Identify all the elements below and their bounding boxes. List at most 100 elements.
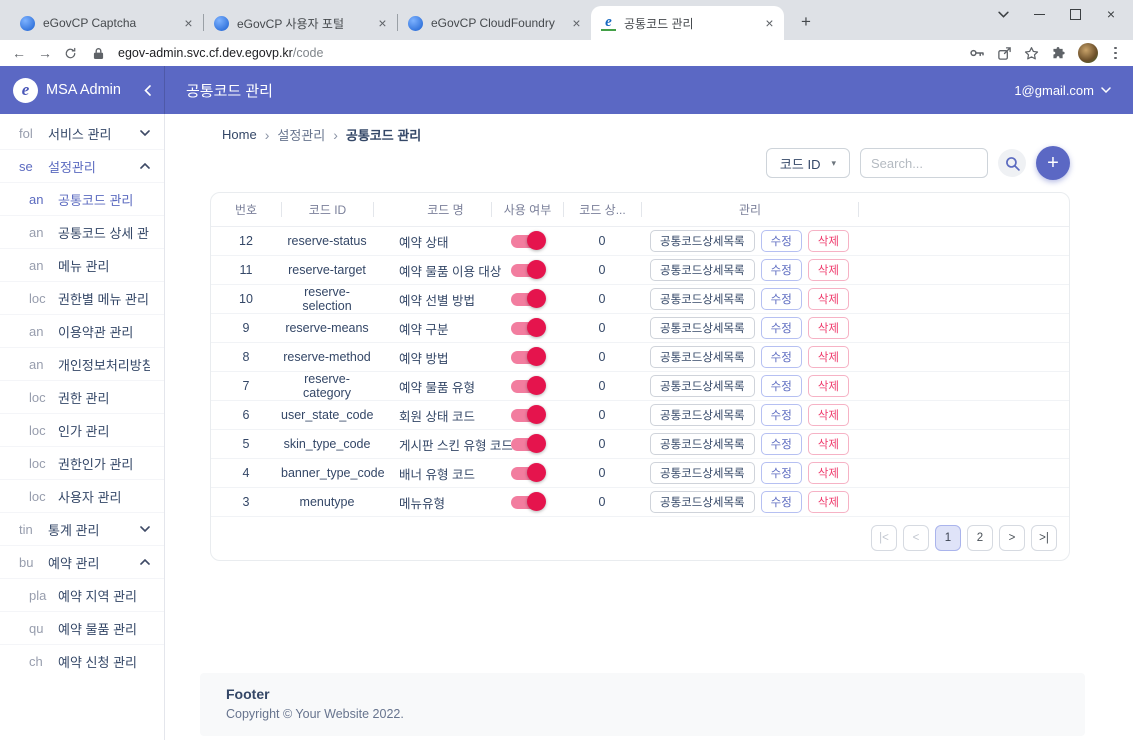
use-toggle[interactable] — [511, 235, 543, 248]
browser-tab-captcha[interactable]: eGovCP Captcha × — [10, 6, 203, 40]
user-menu[interactable]: 1@gmail.com — [1014, 83, 1111, 98]
detail-list-button[interactable]: 공통코드상세목록 — [650, 462, 755, 484]
pagination-last-button[interactable]: >| — [1031, 525, 1057, 551]
detail-list-button[interactable]: 공통코드상세목록 — [650, 259, 755, 281]
edit-button[interactable]: 수정 — [761, 375, 802, 397]
pagination-page-2[interactable]: 2 — [967, 525, 993, 551]
share-icon[interactable] — [997, 46, 1012, 61]
use-toggle[interactable] — [511, 351, 543, 364]
edit-button[interactable]: 수정 — [761, 462, 802, 484]
table-header: 번호 코드 ID 코드 명 사용 여부 코드 상... 관리 — [211, 193, 1069, 227]
use-toggle[interactable] — [511, 380, 543, 393]
pagination-next-button[interactable]: > — [999, 525, 1025, 551]
edit-button[interactable]: 수정 — [761, 433, 802, 455]
edit-button[interactable]: 수정 — [761, 259, 802, 281]
back-icon[interactable]: ← — [12, 46, 26, 60]
delete-button[interactable]: 삭제 — [808, 230, 849, 252]
sidebar-item-stats-mgmt[interactable]: tin 통계 관리 — [0, 512, 164, 545]
bookmark-star-icon[interactable] — [1024, 46, 1039, 61]
window-menu-chevron-icon[interactable] — [985, 1, 1021, 27]
breadcrumb-home[interactable]: Home — [222, 127, 257, 142]
close-icon[interactable]: × — [1093, 1, 1129, 27]
browser-menu-icon[interactable] — [1110, 47, 1121, 60]
cell-use — [491, 380, 563, 393]
detail-list-button[interactable]: 공통코드상세목록 — [650, 404, 755, 426]
delete-button[interactable]: 삭제 — [808, 375, 849, 397]
breadcrumb-section[interactable]: 설정관리 — [277, 125, 325, 144]
browser-tab-cloudfoundry[interactable]: eGovCP CloudFoundry × — [398, 6, 591, 40]
sidebar-item-auth-authz-mgmt[interactable]: loc 권한인가 관리 — [0, 446, 164, 479]
maximize-icon[interactable] — [1057, 1, 1093, 27]
use-toggle[interactable] — [511, 409, 543, 422]
edit-button[interactable]: 수정 — [761, 491, 802, 513]
sidebar-item-common-code[interactable]: an 공통코드 관리 — [0, 182, 164, 215]
browser-tab-user-portal[interactable]: eGovCP 사용자 포털 × — [204, 6, 397, 40]
key-icon[interactable] — [969, 45, 985, 61]
sidebar-item-common-code-detail[interactable]: an 공통코드 상세 관리 — [0, 215, 164, 248]
detail-list-button[interactable]: 공통코드상세목록 — [650, 230, 755, 252]
timeline-icon: tin — [19, 522, 39, 537]
search-button[interactable] — [998, 149, 1026, 177]
forward-icon[interactable]: → — [38, 46, 52, 60]
sidebar-item-menu-mgmt[interactable]: an 메뉴 관리 — [0, 248, 164, 281]
minimize-icon[interactable] — [1021, 1, 1057, 27]
delete-button[interactable]: 삭제 — [808, 433, 849, 455]
delete-button[interactable]: 삭제 — [808, 491, 849, 513]
edit-button[interactable]: 수정 — [761, 288, 802, 310]
add-code-button[interactable]: + — [1036, 146, 1070, 180]
edit-button[interactable]: 수정 — [761, 404, 802, 426]
edit-button[interactable]: 수정 — [761, 346, 802, 368]
delete-button[interactable]: 삭제 — [808, 462, 849, 484]
use-toggle[interactable] — [511, 467, 543, 480]
delete-button[interactable]: 삭제 — [808, 288, 849, 310]
detail-list-button[interactable]: 공통코드상세목록 — [650, 491, 755, 513]
sidebar-item-authority-mgmt[interactable]: loc 권한 관리 — [0, 380, 164, 413]
detail-list-button[interactable]: 공통코드상세목록 — [650, 288, 755, 310]
sidebar-item-settings-mgmt[interactable]: se 설정관리 — [0, 149, 164, 182]
lock-icon[interactable] — [93, 47, 104, 60]
detail-list-button[interactable]: 공통코드상세목록 — [650, 317, 755, 339]
tab-close-icon[interactable]: × — [374, 15, 391, 32]
use-toggle[interactable] — [511, 438, 543, 451]
sidebar-item-reservation-request[interactable]: ch 예약 신청 관리 — [0, 644, 164, 677]
sidebar-item-service-mgmt[interactable]: fol 서비스 관리 — [0, 117, 164, 149]
detail-list-button[interactable]: 공통코드상세목록 — [650, 375, 755, 397]
pagination-page-1[interactable]: 1 — [935, 525, 961, 551]
use-toggle[interactable] — [511, 293, 543, 306]
sidebar-item-user-mgmt[interactable]: loc 사용자 관리 — [0, 479, 164, 512]
search-input[interactable] — [860, 148, 988, 178]
browser-tab-common-code-active[interactable]: e 공통코드 관리 × — [591, 6, 784, 40]
reload-icon[interactable] — [64, 47, 77, 60]
sidebar-item-menu-by-role[interactable]: loc 권한별 메뉴 관리 — [0, 281, 164, 314]
detail-list-button[interactable]: 공통코드상세목록 — [650, 346, 755, 368]
tab-close-icon[interactable]: × — [761, 15, 778, 32]
profile-avatar[interactable] — [1078, 43, 1098, 63]
detail-list-button[interactable]: 공통코드상세목록 — [650, 433, 755, 455]
sidebar-item-privacy-policy[interactable]: an 개인정보처리방침 관 — [0, 347, 164, 380]
new-tab-button[interactable]: + — [792, 8, 820, 36]
sidebar-collapse-icon[interactable] — [144, 85, 151, 96]
pagination-first-button[interactable]: |< — [871, 525, 897, 551]
extensions-puzzle-icon[interactable] — [1051, 46, 1066, 61]
sidebar-item-reservation-item[interactable]: qu 예약 물품 관리 — [0, 611, 164, 644]
sidebar-item-terms[interactable]: an 이용약관 관리 — [0, 314, 164, 347]
pagination-prev-button[interactable]: < — [903, 525, 929, 551]
address-field[interactable]: egov-admin.svc.cf.dev.egovp.kr/code — [118, 46, 323, 60]
search-field-dropdown[interactable]: 코드 ID ▾ — [766, 148, 850, 178]
sidebar-item-reservation-region[interactable]: pla 예약 지역 관리 — [0, 578, 164, 611]
use-toggle[interactable] — [511, 496, 543, 509]
tab-close-icon[interactable]: × — [180, 15, 197, 32]
delete-button[interactable]: 삭제 — [808, 259, 849, 281]
delete-button[interactable]: 삭제 — [808, 346, 849, 368]
cell-spacer — [858, 328, 1069, 329]
sidebar-item-reservation-mgmt[interactable]: bu 예약 관리 — [0, 545, 164, 578]
edit-button[interactable]: 수정 — [761, 230, 802, 252]
use-toggle[interactable] — [511, 264, 543, 277]
cell-spacer — [858, 386, 1069, 387]
use-toggle[interactable] — [511, 322, 543, 335]
edit-button[interactable]: 수정 — [761, 317, 802, 339]
delete-button[interactable]: 삭제 — [808, 404, 849, 426]
sidebar-item-authorization-mgmt[interactable]: loc 인가 관리 — [0, 413, 164, 446]
delete-button[interactable]: 삭제 — [808, 317, 849, 339]
tab-close-icon[interactable]: × — [568, 15, 585, 32]
